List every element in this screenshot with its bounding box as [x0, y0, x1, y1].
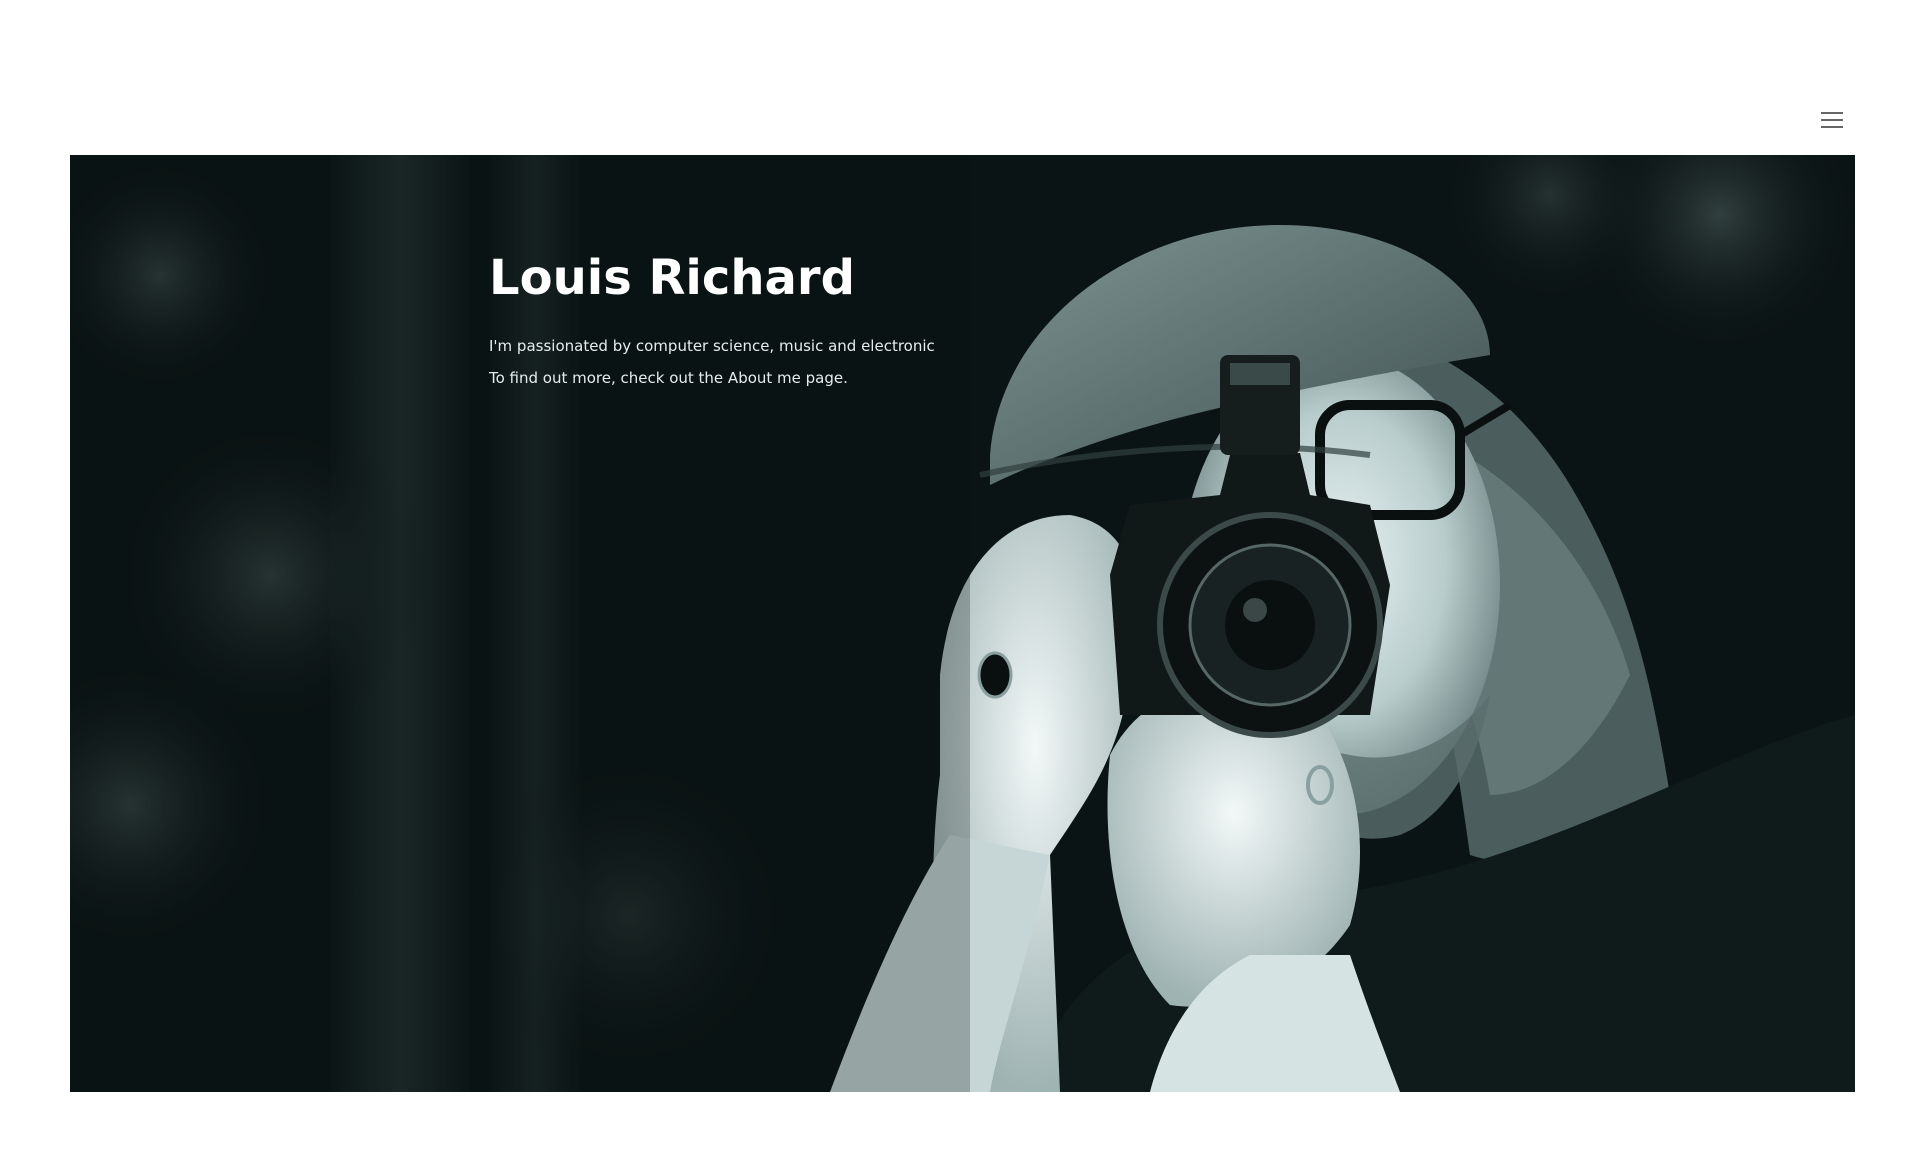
hero-about-hint: To find out more, check out the About me… — [489, 369, 848, 388]
menu-line — [1821, 112, 1843, 114]
hero-banner: Louis Richard I'm passionated by compute… — [70, 155, 1855, 1092]
menu-line — [1821, 126, 1843, 128]
menu-line — [1821, 119, 1843, 121]
hero-text: Louis Richard I'm passionated by compute… — [489, 250, 1009, 394]
page: Louis Richard I'm passionated by compute… — [0, 0, 1920, 1160]
hamburger-menu-icon[interactable] — [1818, 108, 1846, 132]
hero-title: Louis Richard — [489, 250, 855, 306]
hero-subtitle: I'm passionated by computer science, mus… — [489, 337, 935, 356]
